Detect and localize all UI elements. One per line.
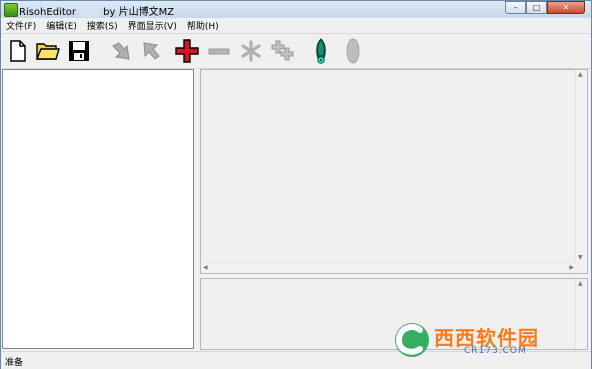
application-window: RisohEditor by 片山博文MZ – □ ✕ 文件(F) 编辑(E) … [0, 0, 592, 369]
resource-tree[interactable] [2, 69, 194, 349]
scroll-left-icon[interactable]: ◀ [203, 264, 208, 271]
remove-button[interactable] [207, 39, 231, 63]
code-editor-pane[interactable]: ▲ ▼ ◀ ▶ [200, 69, 588, 274]
watermark-site: CR173.COM [464, 346, 527, 356]
move-up-button[interactable] [139, 39, 163, 63]
scroll-right-icon[interactable]: ▶ [569, 264, 574, 271]
save-button[interactable] [67, 39, 91, 63]
vertical-scrollbar[interactable]: ▲ ▼ [575, 70, 587, 262]
open-button[interactable] [36, 39, 60, 63]
asterisk-icon [241, 40, 261, 62]
duplicate-button[interactable] [271, 39, 295, 63]
move-down-icon [112, 42, 130, 60]
close-button[interactable]: ✕ [547, 1, 585, 14]
menu-help[interactable]: 帮助(H) [182, 18, 224, 33]
menu-file[interactable]: 文件(F) [1, 18, 41, 33]
toolbar [1, 34, 591, 69]
horizontal-scrollbar[interactable]: ◀ ▶ [201, 262, 576, 273]
new-file-icon [10, 40, 26, 62]
window-controls: – □ ✕ [505, 1, 585, 15]
test-button[interactable] [309, 38, 333, 64]
scroll-up-icon[interactable]: ▲ [578, 71, 583, 78]
move-down-button[interactable] [109, 39, 133, 63]
title-bar[interactable]: RisohEditor by 片山博文MZ – □ ✕ [1, 1, 591, 18]
scroll-down-icon[interactable]: ▼ [578, 254, 583, 261]
watermark-logo-icon [395, 323, 429, 357]
menu-bar: 文件(F) 编辑(E) 搜索(S) 界面显示(V) 帮助(H) [1, 18, 591, 34]
asterisk-button[interactable] [239, 39, 263, 63]
watermark: 西西软件园 CR173.COM [390, 318, 570, 360]
new-file-button[interactable] [6, 39, 30, 63]
menu-view[interactable]: 界面显示(V) [123, 18, 182, 33]
output-vertical-scrollbar[interactable]: ▲ [575, 279, 587, 349]
maximize-button[interactable]: □ [526, 1, 547, 14]
test-icon [316, 38, 326, 64]
open-folder-icon [36, 43, 60, 60]
move-up-icon [143, 42, 160, 60]
save-icon [69, 41, 89, 61]
remove-icon [208, 48, 230, 55]
duplicate-icon [271, 40, 294, 61]
window-title: RisohEditor by 片山博文MZ [19, 7, 175, 18]
output-scroll-up-icon[interactable]: ▲ [578, 280, 583, 287]
app-icon [4, 3, 18, 17]
minimize-button[interactable]: – [505, 1, 526, 14]
add-icon [175, 39, 199, 63]
menu-search[interactable]: 搜索(S) [82, 18, 123, 33]
ellipse-icon [346, 38, 360, 64]
status-text: 准备 [5, 358, 24, 368]
menu-edit[interactable]: 编辑(E) [41, 18, 82, 33]
ellipse-button[interactable] [341, 38, 365, 64]
add-button[interactable] [175, 39, 199, 63]
